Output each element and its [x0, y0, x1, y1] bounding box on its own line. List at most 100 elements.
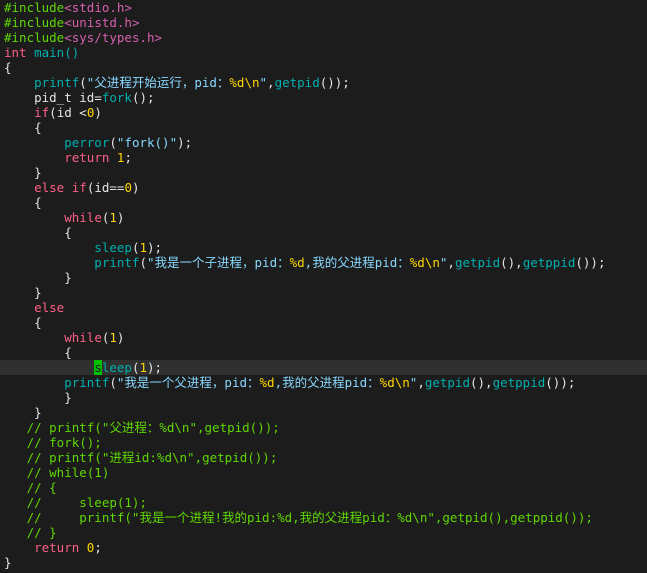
code-line[interactable]: {	[0, 60, 647, 75]
code-line[interactable]: }	[0, 405, 647, 420]
code-token-string: "我是一个子进程，pid：	[147, 255, 290, 270]
code-token-string: "	[259, 75, 268, 90]
code-token-comment: // printf("父进程：%d\n",getpid());	[4, 420, 280, 435]
code-line[interactable]: pid_t id=fork();	[0, 90, 647, 105]
code-token-plain: );	[147, 240, 163, 255]
code-token-plain: ();	[131, 90, 155, 105]
code-token-comment: // fork();	[4, 435, 102, 450]
code-line[interactable]: {	[0, 195, 647, 210]
code-token-comment: // while(1)	[4, 465, 110, 480]
code-token-plain: (id==	[86, 180, 125, 195]
code-line[interactable]: while(1)	[0, 210, 647, 225]
code-editor[interactable]: #include<stdio.h> #include<unistd.h> #incl…	[0, 0, 647, 573]
code-line-current[interactable]: sleep(1);	[0, 360, 647, 375]
code-token-plain: ());	[575, 255, 606, 270]
code-token-string: ,我的父进程pid：	[274, 375, 380, 390]
code-token-plain: )	[116, 330, 125, 345]
code-token-string: ,我的父进程pid：	[304, 255, 410, 270]
code-line[interactable]: // fork();	[0, 435, 647, 450]
code-token-string: "父进程开始运行，pid：	[86, 75, 230, 90]
code-token-plain: }	[4, 165, 42, 180]
code-line[interactable]: // printf("进程id:%d\n",getpid());	[0, 450, 647, 465]
code-line[interactable]: }	[0, 555, 647, 570]
code-line[interactable]: // }	[0, 525, 647, 540]
code-token-plain: ,	[417, 375, 425, 390]
code-token-plain: );	[177, 135, 193, 150]
code-token-comment: // printf("我是一个进程!我的pid:%d,我的父进程pid：%d\n…	[4, 510, 593, 525]
code-token-plain: ;	[94, 540, 102, 555]
code-line[interactable]: }	[0, 165, 647, 180]
code-line[interactable]: // printf("我是一个进程!我的pid:%d,我的父进程pid：%d\n…	[0, 510, 647, 525]
code-token-plain: }	[4, 555, 12, 570]
code-token-plain: }	[4, 405, 42, 420]
code-token-header: <unistd.h>	[64, 15, 140, 30]
code-line[interactable]: return 1;	[0, 150, 647, 165]
code-line[interactable]: else if(id==0)	[0, 180, 647, 195]
code-line[interactable]: // printf("父进程：%d\n",getpid());	[0, 420, 647, 435]
code-token-func: getpid	[454, 255, 501, 270]
code-token-plain: }	[4, 285, 42, 300]
code-token-format: %d\n	[379, 375, 410, 390]
code-token-number: 1	[139, 240, 147, 255]
code-line[interactable]: perror("fork()");	[0, 135, 647, 150]
code-token-keyword: while	[64, 330, 102, 345]
code-token-plain: (	[109, 375, 117, 390]
code-token-number: 0	[124, 180, 132, 195]
code-token-preproc: #include	[4, 15, 65, 30]
code-line[interactable]: printf("父进程开始运行，pid：%d\n",getpid());	[0, 75, 647, 90]
code-line[interactable]: return 0;	[0, 540, 647, 555]
code-token-plain: )	[116, 210, 125, 225]
code-line[interactable]: #include<stdio.h>	[0, 0, 647, 15]
code-token-func: getppid	[522, 255, 576, 270]
code-token-number: 1	[109, 330, 117, 345]
code-line[interactable]: int main()	[0, 45, 647, 60]
code-token-plain: (),	[470, 375, 493, 390]
code-token-plain: );	[147, 360, 163, 375]
code-line[interactable]: if(id <0)	[0, 105, 647, 120]
code-token-format: %d	[259, 375, 275, 390]
code-token-func: leep	[101, 360, 132, 375]
code-token-plain: ,	[447, 255, 455, 270]
code-line[interactable]: }	[0, 270, 647, 285]
code-token-plain: {	[4, 195, 42, 210]
code-line[interactable]: printf("我是一个子进程，pid：%d,我的父进程pid：%d\n",ge…	[0, 255, 647, 270]
code-token-func: perror	[4, 135, 110, 150]
code-token-plain: ,	[267, 75, 275, 90]
code-token-keyword: if	[71, 180, 87, 195]
code-line[interactable]: {	[0, 345, 647, 360]
code-token-plain: {	[4, 225, 72, 240]
code-line[interactable]: // {	[0, 480, 647, 495]
code-line[interactable]: else	[0, 300, 647, 315]
code-token-plain: {	[4, 60, 12, 75]
code-token-func: printf	[4, 75, 80, 90]
code-line[interactable]: {	[0, 120, 647, 135]
code-token-func: fork	[101, 90, 132, 105]
code-token-func: getppid	[492, 375, 546, 390]
code-line[interactable]: {	[0, 225, 647, 240]
code-token-func: getpid	[274, 75, 320, 90]
code-line[interactable]: }	[0, 390, 647, 405]
code-line[interactable]: printf("我是一个父进程，pid：%d,我的父进程pid：%d\n",ge…	[0, 375, 647, 390]
code-token-keyword: return	[34, 540, 80, 555]
code-token-format: %d	[289, 255, 305, 270]
code-token-keyword: else	[34, 300, 65, 315]
code-token-comment: // printf("进程id:%d\n",getpid());	[4, 450, 278, 465]
code-token-plain: )	[131, 180, 140, 195]
code-line[interactable]: // sleep(1);	[0, 495, 647, 510]
code-line[interactable]: #include<sys/types.h>	[0, 30, 647, 45]
code-token-plain: }	[4, 390, 72, 405]
code-line[interactable]: sleep(1);	[0, 240, 647, 255]
code-token-comment: // {	[4, 480, 57, 495]
code-line[interactable]: #include<unistd.h>	[0, 15, 647, 30]
code-line[interactable]: {	[0, 315, 647, 330]
text-cursor: s	[94, 360, 102, 375]
code-line[interactable]: // while(1)	[0, 465, 647, 480]
code-line[interactable]: while(1)	[0, 330, 647, 345]
code-line[interactable]: }	[0, 285, 647, 300]
code-token-plain: ());	[319, 75, 350, 90]
